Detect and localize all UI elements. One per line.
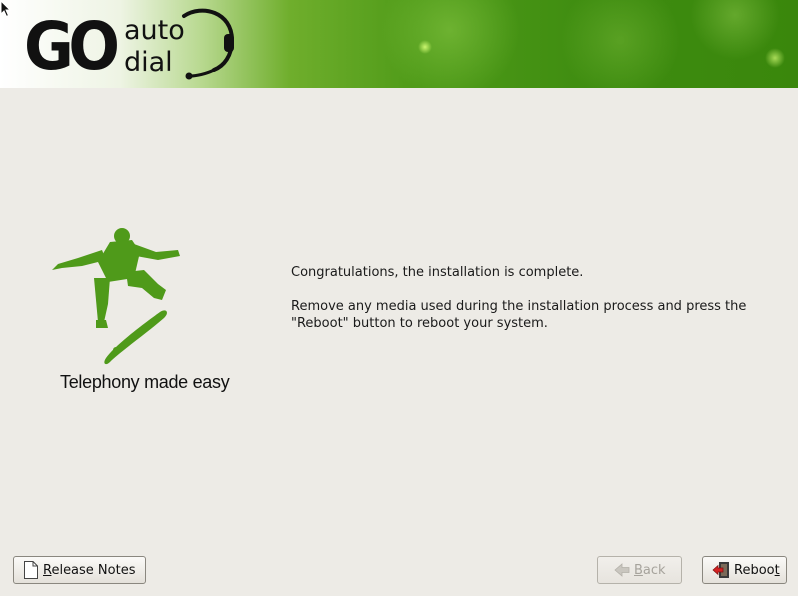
skater-illustration xyxy=(52,228,180,365)
banner-glow xyxy=(765,48,785,68)
reboot-button[interactable]: Reboot xyxy=(702,556,787,584)
logo-go-text: GO xyxy=(24,8,120,85)
release-notes-button[interactable]: Release Notes xyxy=(13,556,146,584)
reboot-instructions-text: Remove any media used during the install… xyxy=(291,299,747,331)
brand-tagline: Telephony made easy xyxy=(60,372,230,392)
document-icon xyxy=(23,561,39,579)
reboot-exit-icon xyxy=(712,561,730,579)
banner-glow xyxy=(418,40,432,54)
headset-icon xyxy=(182,8,235,80)
congratulations-text: Congratulations, the installation is com… xyxy=(291,265,584,280)
back-button[interactable]: Back xyxy=(597,556,682,584)
header-banner: GO auto dial xyxy=(0,0,798,88)
logo-dial-text: dial xyxy=(124,47,173,78)
completion-message: Congratulations, the installation is com… xyxy=(291,264,771,332)
back-label: Back xyxy=(634,562,666,578)
reboot-label: Reboot xyxy=(734,562,780,578)
banner-glow xyxy=(380,0,520,88)
back-arrow-icon xyxy=(614,563,630,577)
banner-glow xyxy=(560,0,680,88)
release-notes-label: Release Notes xyxy=(43,562,136,578)
goautodial-logo: GO auto dial xyxy=(24,6,244,82)
mouse-cursor-icon xyxy=(0,0,12,18)
